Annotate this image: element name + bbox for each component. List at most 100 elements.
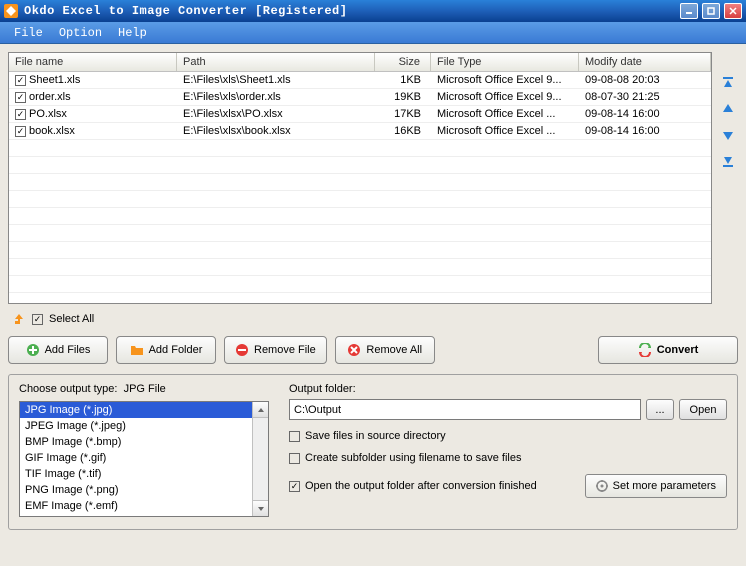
row-size: 16KB: [375, 124, 431, 138]
row-path: E:\Files\xls\order.xls: [177, 90, 375, 104]
remove-file-button[interactable]: Remove File: [224, 336, 327, 364]
col-filetype[interactable]: File Type: [431, 53, 579, 71]
output-panel: Choose output type: JPG File JPG Image (…: [8, 374, 738, 530]
open-after-label: Open the output folder after conversion …: [305, 480, 537, 492]
remove-all-icon: [347, 343, 361, 357]
table-row-empty: [9, 191, 711, 208]
reorder-column: [718, 52, 738, 304]
row-size: 19KB: [375, 90, 431, 104]
move-up-button[interactable]: [719, 100, 737, 118]
output-type-listbox[interactable]: JPG Image (*.jpg)JPEG Image (*.jpeg)BMP …: [20, 402, 252, 516]
titlebar: Okdo Excel to Image Converter [Registere…: [0, 0, 746, 22]
menu-help[interactable]: Help: [110, 24, 155, 42]
window-buttons: [680, 3, 742, 19]
row-type: Microsoft Office Excel ...: [431, 124, 579, 138]
table-row-empty: [9, 174, 711, 191]
row-path: E:\Files\xlsx\PO.xlsx: [177, 107, 375, 121]
output-type-option[interactable]: PNG Image (*.png): [20, 482, 252, 498]
table-row[interactable]: PO.xlsx E:\Files\xlsx\PO.xlsx17KBMicrosof…: [9, 106, 711, 123]
add-folder-button[interactable]: Add Folder: [116, 336, 216, 364]
row-path: E:\Files\xlsx\book.xlsx: [177, 124, 375, 138]
close-button[interactable]: [724, 3, 742, 19]
output-folder-input[interactable]: [289, 399, 641, 420]
table-row-empty: [9, 225, 711, 242]
output-folder-label: Output folder:: [289, 383, 727, 395]
col-filename[interactable]: File name: [9, 53, 177, 71]
row-date: 09-08-14 16:00: [579, 107, 711, 121]
window-title: Okdo Excel to Image Converter [Registere…: [24, 4, 680, 18]
row-filename: Sheet1.xls: [29, 74, 80, 86]
select-all-label: Select All: [49, 313, 94, 325]
open-after-checkbox[interactable]: [289, 481, 300, 492]
row-checkbox[interactable]: [15, 75, 26, 86]
add-files-label: Add Files: [45, 344, 91, 356]
convert-label: Convert: [657, 344, 699, 356]
minus-icon: [235, 343, 249, 357]
table-row-empty: [9, 157, 711, 174]
row-path: E:\Files\xls\Sheet1.xls: [177, 73, 375, 87]
save-in-source-label: Save files in source directory: [305, 430, 446, 442]
add-folder-label: Add Folder: [149, 344, 203, 356]
save-in-source-checkbox[interactable]: [289, 431, 300, 442]
table-row-empty: [9, 242, 711, 259]
output-type-label: Choose output type: JPG File: [19, 383, 269, 395]
row-checkbox[interactable]: [15, 92, 26, 103]
scroll-up-icon[interactable]: [253, 402, 268, 418]
row-filename: order.xls: [29, 91, 71, 103]
col-modifydate[interactable]: Modify date: [579, 53, 711, 71]
move-bottom-button[interactable]: [719, 152, 737, 170]
row-type: Microsoft Office Excel ...: [431, 107, 579, 121]
add-files-button[interactable]: Add Files: [8, 336, 108, 364]
set-more-parameters-button[interactable]: Set more parameters: [585, 474, 727, 498]
row-date: 09-08-14 16:00: [579, 124, 711, 138]
col-size[interactable]: Size: [375, 53, 431, 71]
create-subfolder-label: Create subfolder using filename to save …: [305, 452, 521, 464]
output-type-option[interactable]: TIF Image (*.tif): [20, 466, 252, 482]
table-row[interactable]: order.xls E:\Files\xls\order.xls19KBMicro…: [9, 89, 711, 106]
move-down-button[interactable]: [719, 126, 737, 144]
output-type-option[interactable]: JPG Image (*.jpg): [20, 402, 252, 418]
toolbar: Add Files Add Folder Remove File Remove …: [8, 336, 738, 364]
row-type: Microsoft Office Excel 9...: [431, 90, 579, 104]
row-type: Microsoft Office Excel 9...: [431, 73, 579, 87]
table-row-empty: [9, 140, 711, 157]
select-all-checkbox[interactable]: [32, 314, 43, 325]
table-row[interactable]: book.xlsx E:\Files\xlsx\book.xlsx16KBMicr…: [9, 123, 711, 140]
up-level-icon[interactable]: [12, 312, 26, 326]
row-filename: PO.xlsx: [29, 108, 67, 120]
scroll-down-icon[interactable]: [253, 500, 268, 516]
output-type-option[interactable]: EMF Image (*.emf): [20, 498, 252, 514]
create-subfolder-checkbox[interactable]: [289, 453, 300, 464]
output-type-option[interactable]: BMP Image (*.bmp): [20, 434, 252, 450]
gear-icon: [596, 480, 608, 492]
maximize-button[interactable]: [702, 3, 720, 19]
row-filename: book.xlsx: [29, 125, 75, 137]
row-size: 1KB: [375, 73, 431, 87]
listbox-scrollbar[interactable]: [252, 402, 268, 516]
table-row-empty: [9, 293, 711, 304]
col-path[interactable]: Path: [177, 53, 375, 71]
move-top-button[interactable]: [719, 74, 737, 92]
remove-file-label: Remove File: [254, 344, 316, 356]
row-checkbox[interactable]: [15, 126, 26, 137]
app-icon: [4, 4, 18, 18]
browse-button[interactable]: ...: [646, 399, 674, 420]
menu-file[interactable]: File: [6, 24, 51, 42]
minimize-button[interactable]: [680, 3, 698, 19]
row-checkbox[interactable]: [15, 109, 26, 120]
menu-option[interactable]: Option: [51, 24, 110, 42]
menubar: File Option Help: [0, 22, 746, 44]
row-date: 09-08-08 20:03: [579, 73, 711, 87]
table-row[interactable]: Sheet1.xls E:\Files\xls\Sheet1.xls1KBMicr…: [9, 72, 711, 89]
convert-icon: [638, 343, 652, 357]
row-size: 17KB: [375, 107, 431, 121]
remove-all-button[interactable]: Remove All: [335, 336, 435, 364]
open-folder-button[interactable]: Open: [679, 399, 727, 420]
select-all-row: Select All: [8, 304, 738, 336]
table-header: File name Path Size File Type Modify dat…: [9, 53, 711, 72]
convert-button[interactable]: Convert: [598, 336, 738, 364]
output-type-option[interactable]: GIF Image (*.gif): [20, 450, 252, 466]
row-date: 08-07-30 21:25: [579, 90, 711, 104]
file-table[interactable]: File name Path Size File Type Modify dat…: [8, 52, 712, 304]
output-type-option[interactable]: JPEG Image (*.jpeg): [20, 418, 252, 434]
